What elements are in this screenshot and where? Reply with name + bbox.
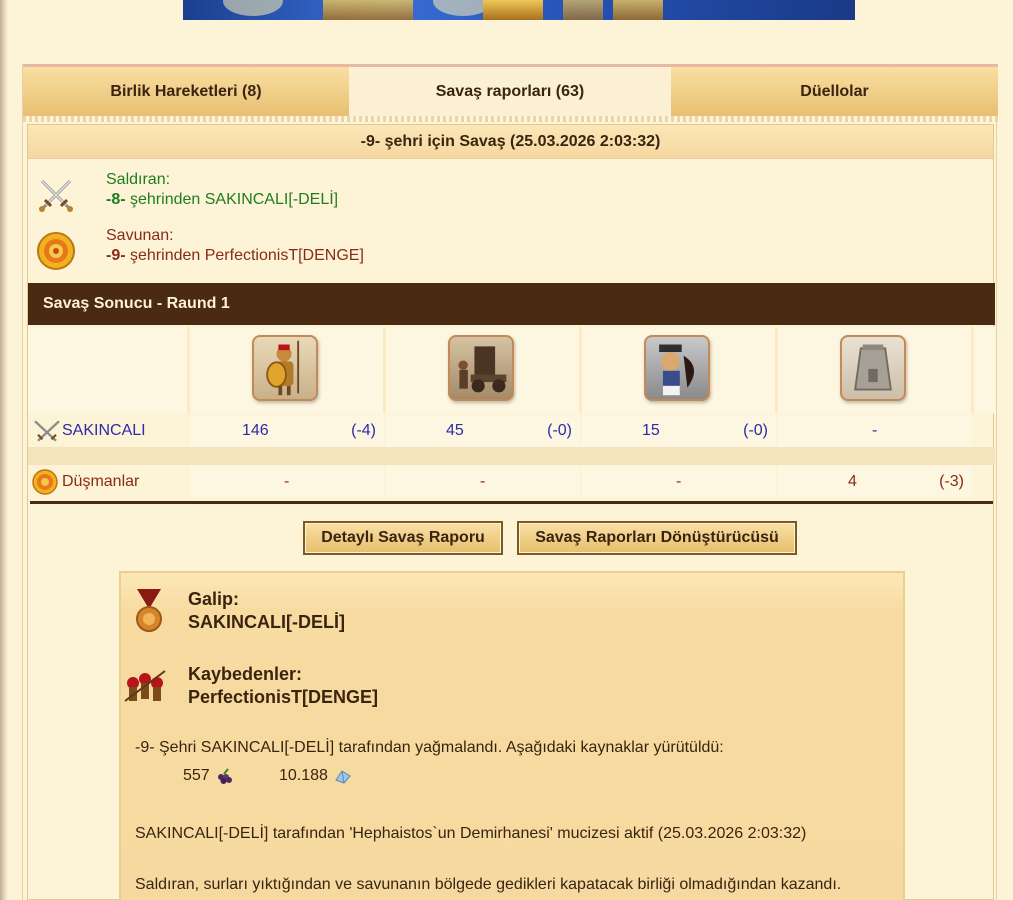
battle-summary: Galip: SAKINCALI[-DELİ] Kaybedenler: Per… — [119, 571, 905, 900]
attacker-archer-cell: 15 (-0) — [582, 415, 776, 447]
resource-amount: 10.188 — [279, 767, 328, 784]
winner-label: Galip: — [188, 589, 240, 609]
tab-battle-reports[interactable]: Savaş raporları (63) — [349, 67, 671, 117]
enemy-catapult-cell: - — [386, 466, 580, 498]
attacker-units-row: SAKINCALI 146 (-4) 45 (-0) 15 (-0) - — [28, 415, 995, 447]
unit-col-4 — [778, 327, 974, 413]
promo-banner[interactable] — [183, 0, 855, 20]
unit-col-pad — [974, 327, 995, 413]
victory-reason-text: Saldıran, surları yıktığından ve savunan… — [135, 876, 842, 893]
wall-tower-unit-icon[interactable] — [840, 335, 906, 401]
unit-count: - — [676, 473, 682, 490]
medal-icon — [136, 589, 162, 632]
unit-col-3 — [582, 327, 778, 413]
loser-name[interactable]: PerfectionisT[DENGE] — [188, 687, 378, 708]
attacker-line: -8- şehrinden SAKINCALI[-DELİ] — [106, 191, 338, 209]
unit-count: - — [480, 473, 486, 490]
unit-count: 4 — [848, 473, 857, 490]
attacker-catapult-cell: 45 (-0) — [386, 415, 580, 447]
unit-count: 146 — [242, 422, 269, 439]
report-title: -9- şehri için Savaş (25.03.2026 2:03:32… — [28, 125, 993, 159]
left-edge — [0, 0, 8, 900]
unit-count: - — [284, 473, 290, 490]
unit-count: - — [872, 422, 878, 439]
resource-marble: 10.188 — [279, 767, 352, 785]
shield-icon — [32, 469, 58, 495]
tab-troop-movements[interactable]: Birlik Hareketleri (8) — [23, 67, 349, 117]
attacker-city[interactable]: -8- — [106, 191, 126, 208]
enemy-row-name: Düşmanlar — [62, 473, 140, 490]
defeated-troops-icon — [124, 670, 166, 702]
crossed-swords-icon — [39, 179, 73, 212]
attacker-tower-cell: - — [778, 415, 972, 447]
row-separator — [28, 447, 995, 465]
battle-report: -9- şehri için Savaş (25.03.2026 2:03:32… — [27, 124, 995, 900]
spearman-unit-icon[interactable] — [252, 335, 318, 401]
report-tabs: Birlik Hareketleri (8) Savaş raporları (… — [23, 64, 998, 117]
unit-loss: (-3) — [939, 473, 964, 490]
loser-label: Kaybedenler: — [188, 664, 303, 684]
unit-col-2 — [386, 327, 582, 413]
enemy-archer-cell: - — [582, 466, 776, 498]
plunder-text: -9- Şehri SAKINCALI[-DELİ] tarafından ya… — [135, 739, 724, 756]
attacker-role: Saldıran: — [106, 171, 171, 188]
attacker-spearman-cell: 146 (-4) — [190, 415, 384, 447]
unit-col-1 — [190, 327, 386, 413]
shield-icon — [37, 232, 75, 270]
round-title: Savaş Sonucu - Raund 1 — [28, 283, 995, 325]
winner-name[interactable]: SAKINCALI[-DELİ] — [188, 612, 345, 633]
unit-count: 45 — [446, 422, 464, 439]
marble-icon — [335, 770, 351, 784]
grapes-icon — [217, 768, 232, 784]
attacker-player[interactable]: şehrinden SAKINCALI[-DELİ] — [126, 191, 338, 208]
catapult-unit-icon[interactable] — [448, 335, 514, 401]
unit-count: 15 — [642, 422, 660, 439]
defender-role: Savunan: — [106, 227, 174, 244]
tabs-divider — [23, 116, 998, 122]
resource-amount: 557 — [183, 767, 210, 784]
unit-header-empty — [28, 327, 190, 413]
resource-wine: 557 — [183, 767, 234, 785]
tab-duels[interactable]: Düellolar — [671, 67, 998, 117]
battle-report-panel: Birlik Hareketleri (8) Savaş raporları (… — [22, 64, 998, 900]
defender-info: Savunan: -9- şehrinden PerfectionisT[DEN… — [28, 225, 995, 277]
table-bottom-rule — [30, 501, 993, 504]
defender-player[interactable]: şehrinden PerfectionisT[DENGE] — [126, 247, 364, 264]
enemy-spearman-cell: - — [190, 466, 384, 498]
report-converter-button[interactable]: Savaş Raporları Dönüştürücüsü — [517, 521, 797, 555]
defender-city[interactable]: -9- — [106, 247, 126, 264]
defender-line: -9- şehrinden PerfectionisT[DENGE] — [106, 247, 364, 265]
wonder-text: SAKINCALI[-DELİ] tarafından 'Hephaistos`… — [135, 825, 807, 842]
detailed-report-button[interactable]: Detaylı Savaş Raporu — [303, 521, 503, 555]
crossed-swords-icon — [34, 420, 60, 442]
unit-loss: (-4) — [351, 422, 376, 439]
archer-unit-icon[interactable] — [644, 335, 710, 401]
attacker-info: Saldıran: -8- şehrinden SAKINCALI[-DELİ] — [28, 169, 995, 221]
attacker-row-label[interactable]: SAKINCALI — [28, 415, 190, 447]
enemy-units-row: Düşmanlar - - - 4 (-3) — [28, 466, 995, 498]
unit-loss: (-0) — [547, 422, 572, 439]
unit-loss: (-0) — [743, 422, 768, 439]
enemy-row-label: Düşmanlar — [28, 466, 190, 498]
attacker-row-name[interactable]: SAKINCALI — [62, 422, 146, 440]
enemy-tower-cell: 4 (-3) — [778, 466, 972, 498]
